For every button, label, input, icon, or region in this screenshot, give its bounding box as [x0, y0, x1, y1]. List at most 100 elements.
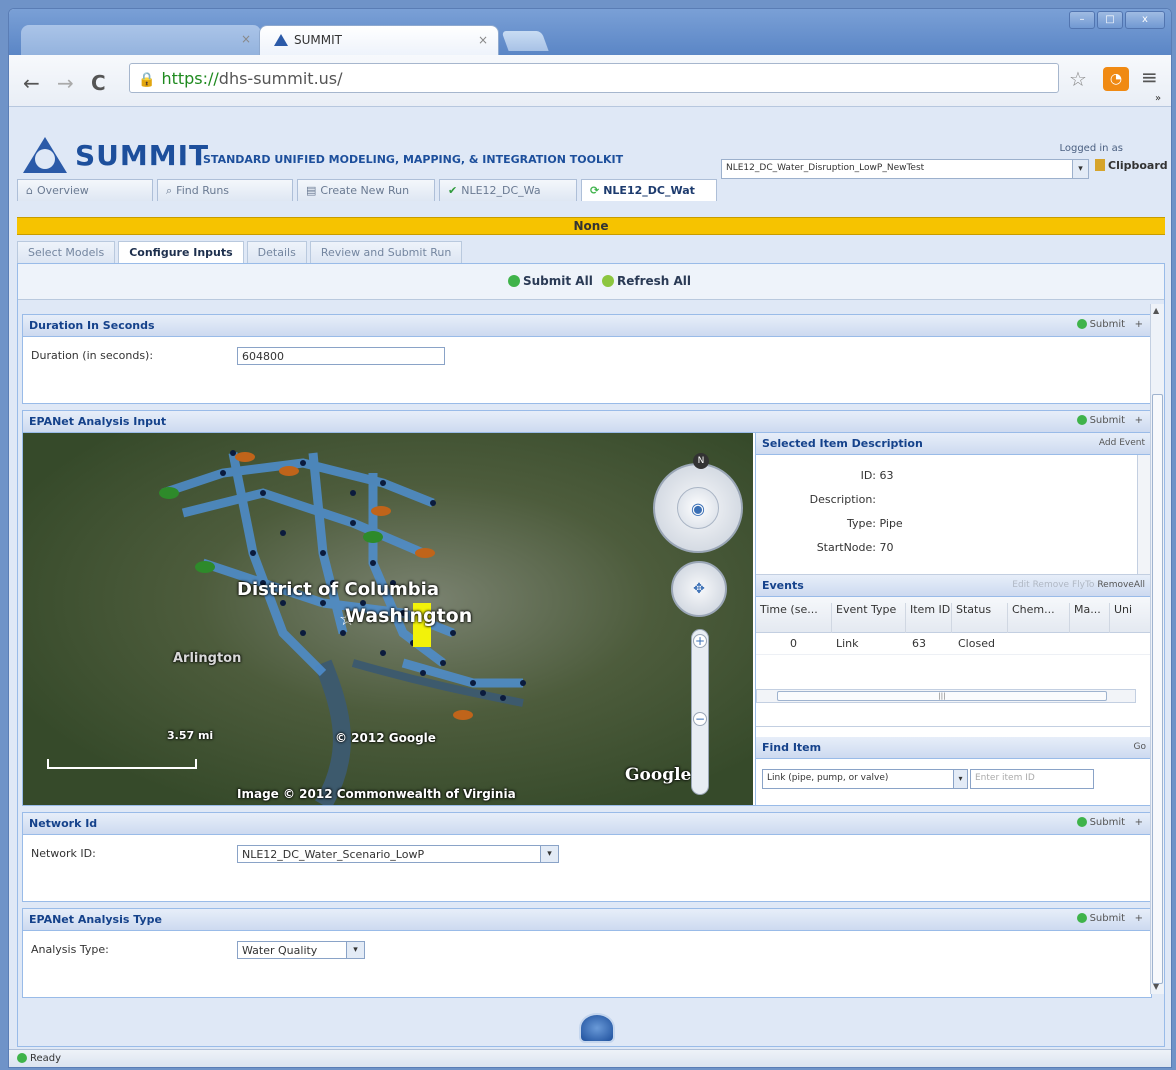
duration-input[interactable]: 604800 [237, 347, 445, 365]
submit-button[interactable]: Submit + [1076, 817, 1143, 828]
bookmark-star-icon[interactable]: ☆ [1069, 67, 1087, 91]
tab-run-2[interactable]: ⟳ NLE12_DC_Wat [581, 179, 717, 201]
map-zoom-slider[interactable]: + − [691, 629, 709, 795]
compass-north-icon[interactable]: N [693, 453, 709, 469]
maximize-button[interactable]: □ [1097, 11, 1123, 29]
cell-event-type: Link [836, 637, 859, 650]
expand-icon[interactable]: + [1135, 913, 1143, 924]
chevron-down-icon[interactable]: ▾ [540, 846, 558, 862]
refresh-all-button[interactable]: Refresh All [602, 274, 691, 288]
more-chevron-icon[interactable]: » [1155, 93, 1161, 104]
map-compass[interactable]: N ◉ [653, 453, 743, 553]
desc-value: Pipe [879, 517, 903, 530]
tab-overview[interactable]: ⌂ Overview [17, 179, 153, 201]
clipboard-button[interactable]: Clipboard [1095, 159, 1168, 172]
scroll-down-icon[interactable]: ▼ [1153, 982, 1159, 991]
find-type-value: Link (pipe, pump, or valve) [767, 773, 889, 783]
table-row[interactable]: 0 Link 63 Closed [756, 633, 1151, 655]
home-icon: ⌂ [26, 184, 33, 197]
status-text: Ready [30, 1053, 62, 1064]
tab-select-models[interactable]: Select Models [17, 241, 116, 263]
rss-extension-icon[interactable]: ◔ [1103, 67, 1129, 91]
menu-icon[interactable]: ≡ [1141, 65, 1158, 89]
browser-toolbar: ← → C 🔒 https://dhs-summit.us/ ☆ ◔ ≡ » [9, 55, 1171, 107]
minimize-button[interactable]: – [1069, 11, 1095, 29]
col-chem[interactable]: Chem... [1008, 603, 1070, 633]
map-pan-control[interactable]: ✥ [671, 561, 727, 617]
browser-tab-active[interactable]: SUMMIT × [259, 25, 499, 55]
tab-details[interactable]: Details [246, 241, 307, 263]
address-bar[interactable]: 🔒 https://dhs-summit.us/ [129, 63, 1059, 93]
form-icon: ▤ [306, 184, 317, 197]
back-arrow-icon[interactable]: ← [23, 71, 40, 95]
submit-button[interactable]: Submit + [1076, 913, 1143, 924]
events-header: Events Edit Remove FlyTo RemoveAll [756, 575, 1151, 597]
map-view[interactable]: ☆ District of Columbia Washington Arling… [23, 433, 753, 805]
browser-tabstrip: × SUMMIT × – □ x [9, 9, 1171, 55]
tab-review-submit[interactable]: Review and Submit Run [309, 241, 463, 263]
map-scale-bar [47, 759, 197, 769]
new-tab-button[interactable] [501, 31, 549, 51]
events-actions-disabled: Edit Remove FlyTo [1012, 580, 1095, 590]
submit-all-button[interactable]: Submit All [508, 274, 593, 288]
desc-scrollbar[interactable] [1137, 455, 1151, 574]
check-circle-icon [1076, 817, 1087, 827]
tab-create-new-run[interactable]: ▤ Create New Run [297, 179, 435, 201]
chevron-down-icon[interactable]: ▾ [953, 770, 967, 788]
tab-configure-inputs[interactable]: Configure Inputs [118, 241, 244, 263]
tab-close-icon[interactable]: × [478, 33, 488, 47]
map-copyright: © 2012 Google [335, 731, 436, 745]
tab-find-runs[interactable]: ⌕ Find Runs [157, 179, 293, 201]
col-ma[interactable]: Ma... [1070, 603, 1110, 633]
expand-icon[interactable]: + [1135, 415, 1143, 426]
analysis-type-select[interactable]: Water Quality ▾ [237, 941, 365, 959]
col-unit[interactable]: Uni [1110, 603, 1140, 633]
item-id-input[interactable]: Enter item ID [970, 769, 1094, 789]
clipboard-label: Clipboard [1108, 159, 1168, 172]
go-button[interactable]: Go [1134, 742, 1146, 752]
inputs-vscrollbar[interactable]: ▲ ▼ [1150, 304, 1164, 994]
submit-button[interactable]: Submit + [1076, 415, 1143, 426]
col-item-id[interactable]: Item ID [906, 603, 952, 633]
col-time[interactable]: Time (se... [756, 603, 832, 633]
analysis-type-value: Water Quality [242, 944, 318, 957]
add-event-button[interactable]: Add Event [1099, 438, 1145, 448]
events-hscrollbar[interactable]: ||| [756, 689, 1136, 703]
zoom-out-icon[interactable]: − [693, 712, 707, 726]
close-window-button[interactable]: x [1125, 11, 1165, 29]
logged-in-label: Logged in as [1059, 143, 1123, 154]
zoom-in-icon[interactable]: + [693, 634, 707, 648]
desc-key: StartNode: [816, 541, 876, 554]
find-type-select[interactable]: Link (pipe, pump, or valve) ▾ [762, 769, 968, 789]
tab-close-icon[interactable]: × [241, 32, 251, 46]
map-label-district: District of Columbia [237, 579, 439, 600]
tab-run-1[interactable]: ✔ NLE12_DC_Wa [439, 179, 577, 201]
network-id-select[interactable]: NLE12_DC_Water_Scenario_LowP ▾ [237, 845, 559, 863]
fieldset-header: EPANet Analysis Type Submit + [23, 909, 1151, 931]
brand-tagline: STANDARD UNIFIED MODELING, MAPPING, & IN… [203, 153, 624, 166]
selected-item-description: ID: 63 Description: Type: Pipe StartNode… [756, 455, 1151, 575]
scroll-thumb[interactable]: ||| [777, 691, 1107, 701]
fieldset-header: Network Id Submit + [23, 813, 1151, 835]
find-item-header: Find Item Go [756, 737, 1152, 759]
expand-icon[interactable]: + [1135, 319, 1143, 330]
chevron-down-icon[interactable]: ▾ [346, 942, 364, 958]
desc-startnode: StartNode: 70 [756, 541, 894, 554]
browser-tab-inactive[interactable]: × [21, 25, 261, 55]
status-ok-icon [17, 1053, 27, 1063]
reload-icon[interactable]: C [91, 71, 106, 95]
scenario-select[interactable]: NLE12_DC_Water_Disruption_LowP_NewTest ▾ [721, 159, 1089, 179]
col-event-type[interactable]: Event Type [832, 603, 906, 633]
magnifier-icon: ⌕ [166, 184, 173, 197]
fieldset-header: Duration In Seconds Submit + [23, 315, 1151, 337]
scroll-up-icon[interactable]: ▲ [1153, 306, 1159, 315]
analysis-type-fieldset: EPANet Analysis Type Submit + Analysis T… [22, 908, 1152, 998]
chevron-down-icon[interactable]: ▾ [1072, 160, 1088, 178]
expand-icon[interactable]: + [1135, 817, 1143, 828]
look-control-icon[interactable]: ◉ [677, 487, 719, 529]
col-status[interactable]: Status [952, 603, 1008, 633]
scroll-thumb[interactable] [1152, 394, 1163, 984]
forward-arrow-icon[interactable]: → [57, 71, 74, 95]
remove-all-button[interactable]: RemoveAll [1097, 580, 1145, 590]
submit-button[interactable]: Submit + [1076, 319, 1143, 330]
